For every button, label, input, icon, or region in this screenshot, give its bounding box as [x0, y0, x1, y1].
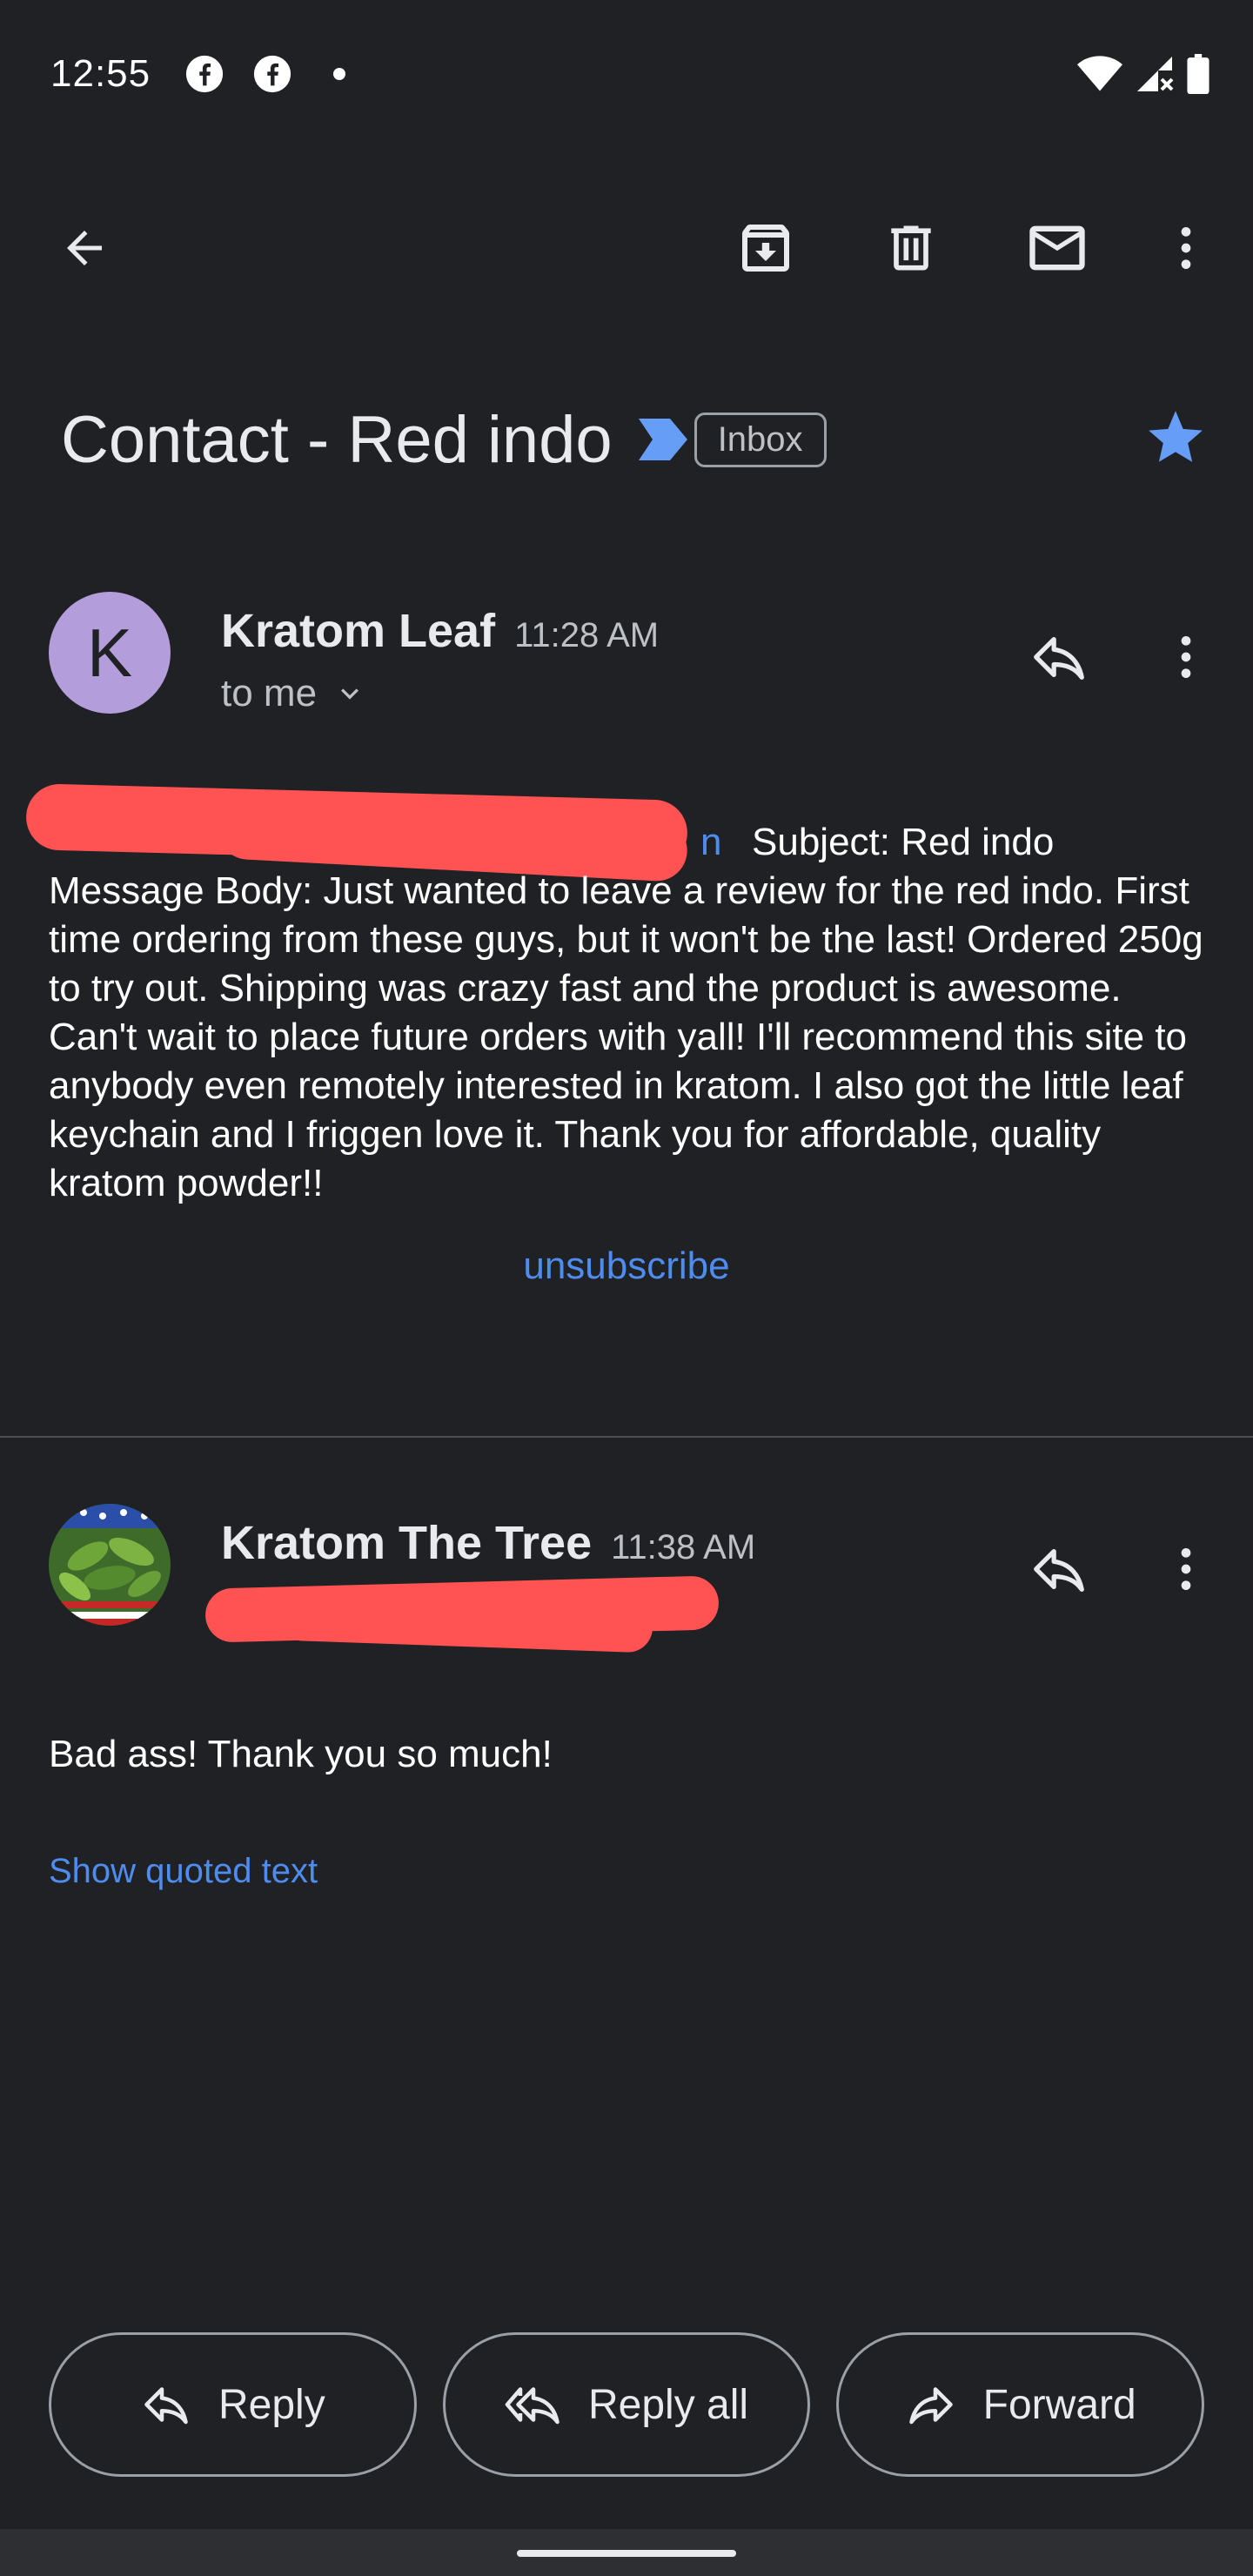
more-vert-icon [1181, 636, 1191, 678]
email-screen: 12:55 Contact - Red indo Inbox K Kratom … [0, 0, 1253, 2576]
home-gesture-handle[interactable] [517, 2550, 736, 2557]
message-time: 11:38 AM [611, 1528, 756, 1566]
sender-line: Kratom The Tree 11:38 AM [221, 1516, 755, 1570]
subject-row: Contact - Red indo Inbox [61, 392, 827, 487]
system-status-icons [1077, 52, 1209, 96]
arrow-back-icon [67, 231, 102, 265]
archive-button[interactable] [727, 209, 805, 287]
message-header[interactable]: K Kratom Leaf 11:28 AM to me [0, 583, 1253, 722]
status-bar: 12:55 [0, 0, 1253, 148]
important-marker-icon[interactable] [638, 419, 687, 460]
more-options-button[interactable] [1147, 209, 1225, 287]
reply-icon [1034, 636, 1084, 680]
forward-icon [908, 2387, 953, 2425]
top-app-bar [0, 191, 1253, 305]
reply-button[interactable]: Reply [49, 2332, 417, 2477]
status-time: 12:55 [50, 52, 151, 95]
reply-icon-button[interactable] [1020, 1530, 1098, 1608]
forward-button[interactable]: Forward [836, 2332, 1205, 2477]
sender-line: Kratom Leaf 11:28 AM [221, 604, 659, 658]
chevron-down-icon [341, 688, 359, 700]
trash-icon [891, 225, 931, 271]
sender-name: Kratom Leaf [221, 605, 496, 657]
message-body: Bad ass! Thank you so much! [49, 1733, 553, 1775]
recipient-text: to me [221, 672, 318, 714]
reply-icon-button[interactable] [1020, 618, 1098, 696]
more-notifications-dot-icon [333, 68, 345, 80]
facebook-notification-icon [253, 55, 291, 93]
recipient-details-toggle[interactable]: to me [221, 672, 367, 715]
sender-avatar[interactable] [49, 1504, 171, 1626]
message-divider [0, 1436, 1253, 1438]
star-button[interactable] [1136, 399, 1215, 477]
cell-signal-icon [1137, 57, 1174, 91]
message-time: 11:28 AM [514, 616, 660, 654]
email-subject: Contact - Red indo [61, 402, 613, 477]
star-icon [1149, 411, 1203, 462]
unsubscribe-link[interactable]: unsubscribe [0, 1244, 1253, 1288]
message-body: Message Body: Just wanted to leave a rev… [49, 869, 1203, 1204]
leaf-flag-avatar-image [49, 1504, 171, 1626]
body-subject-line: Subject: Red indo [752, 821, 1055, 863]
delete-button[interactable] [872, 209, 950, 287]
reply-all-icon [505, 2387, 559, 2425]
sender-name: Kratom The Tree [221, 1517, 593, 1569]
facebook-notification-icon [185, 55, 224, 93]
forward-label: Forward [982, 2381, 1136, 2428]
mark-unread-button[interactable] [1018, 209, 1096, 287]
reply-actions: Reply Reply all Forward [49, 2332, 1205, 2477]
wifi-icon [1077, 56, 1122, 91]
reply-all-button[interactable]: Reply all [442, 2332, 811, 2477]
inbox-label-chip[interactable]: Inbox [694, 412, 827, 467]
reply-icon [144, 2387, 188, 2425]
reply-all-label: Reply all [587, 2381, 749, 2428]
sender-avatar[interactable]: K [49, 592, 171, 714]
reply-label: Reply [218, 2381, 325, 2428]
more-vert-icon [1181, 227, 1191, 269]
archive-icon [742, 225, 789, 272]
message-more-button[interactable] [1147, 618, 1225, 696]
message-more-button[interactable] [1147, 1530, 1225, 1608]
show-quoted-text-link[interactable]: Show quoted text [49, 1852, 318, 1891]
more-vert-icon [1181, 1548, 1191, 1590]
email-link[interactable]: n [700, 818, 721, 867]
mail-icon [1029, 225, 1085, 271]
back-button[interactable] [45, 209, 124, 287]
battery-icon [1187, 54, 1209, 94]
reply-icon [1034, 1548, 1084, 1592]
